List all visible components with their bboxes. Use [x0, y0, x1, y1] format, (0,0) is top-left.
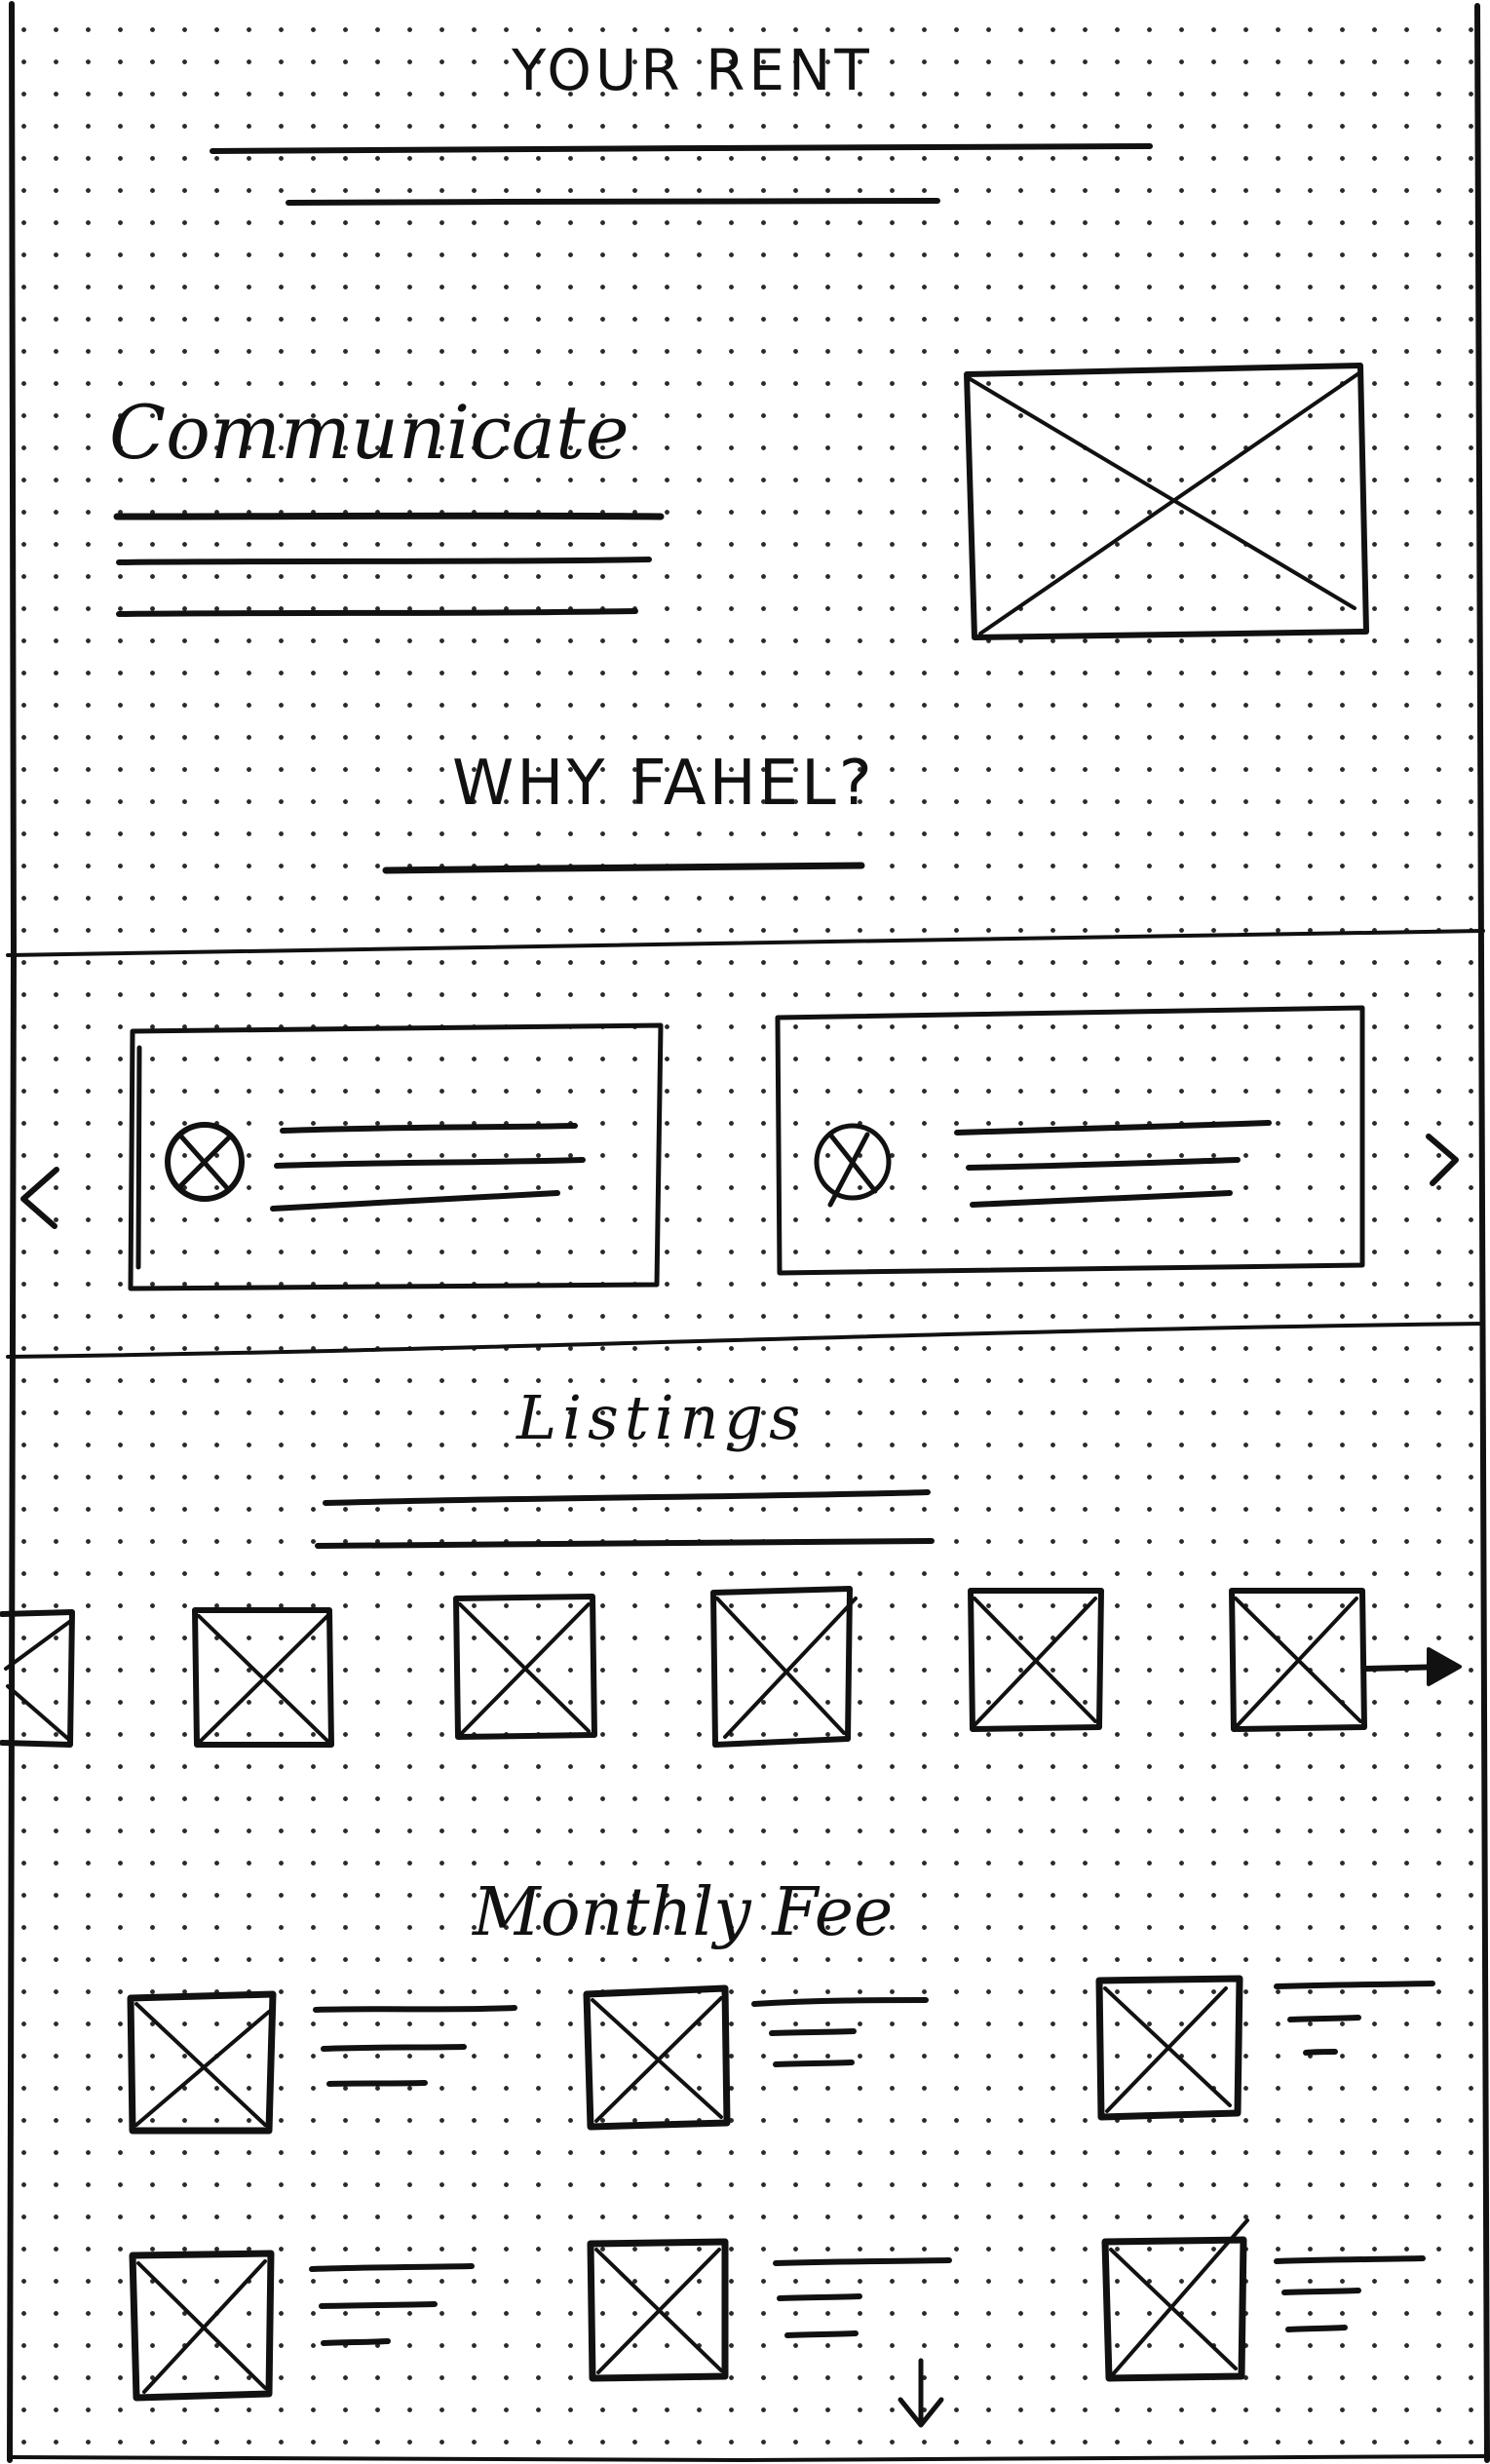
- listing-card[interactable]: [1229, 1588, 1367, 1732]
- fee-item[interactable]: [129, 2250, 475, 2402]
- section-divider: [6, 1322, 1485, 1359]
- title-underline-1: [210, 143, 1153, 154]
- hero-text-lines: [113, 512, 665, 617]
- fee-item[interactable]: [583, 1984, 929, 2131]
- chevron-left-icon[interactable]: [20, 1167, 59, 1229]
- listing-card[interactable]: [453, 1594, 597, 1740]
- wireframe-page: YOUR RENT Communicate WHY FAHEL? Listing…: [0, 0, 1490, 2464]
- chevron-right-icon[interactable]: [1426, 1134, 1459, 1186]
- listing-card[interactable]: [968, 1588, 1104, 1732]
- hero-heading: Communicate: [109, 389, 630, 476]
- wireframe-sketch: YOUR RENT Communicate WHY FAHEL? Listing…: [0, 1, 1490, 2463]
- section-divider: [6, 929, 1485, 957]
- hero-image-placeholder: [964, 363, 1369, 640]
- listings-underline-1: [323, 1489, 931, 1506]
- fee-item[interactable]: [587, 2238, 952, 2382]
- listings-section: Listings: [0, 1382, 1462, 1748]
- hero-section: Communicate WHY FAHEL?: [109, 363, 1369, 874]
- listings-underline-2: [315, 1538, 935, 1549]
- fee-item[interactable]: [127, 1990, 517, 2135]
- listing-card[interactable]: [710, 1586, 858, 1748]
- feature-card[interactable]: [128, 1022, 664, 1291]
- why-underline: [382, 862, 865, 874]
- fee-item[interactable]: [1095, 1975, 1435, 2121]
- header-section: YOUR RENT: [210, 37, 1153, 206]
- listing-card[interactable]: [192, 1607, 334, 1748]
- arrow-right-icon[interactable]: [1363, 1647, 1462, 1686]
- why-heading: WHY FAHEL?: [452, 748, 875, 820]
- monthly-heading: Monthly Fee: [471, 1874, 893, 1951]
- title-underline-2: [286, 198, 940, 206]
- arrow-down-icon[interactable]: [898, 2358, 944, 2428]
- page-title: YOUR RENT: [511, 37, 873, 103]
- feature-carousel: [20, 1005, 1459, 1291]
- monthly-fee-section: Monthly Fee: [127, 1874, 1435, 2428]
- feature-card[interactable]: [775, 1005, 1365, 1276]
- fee-item[interactable]: [1101, 2218, 1426, 2382]
- listings-heading: Listings: [516, 1382, 806, 1453]
